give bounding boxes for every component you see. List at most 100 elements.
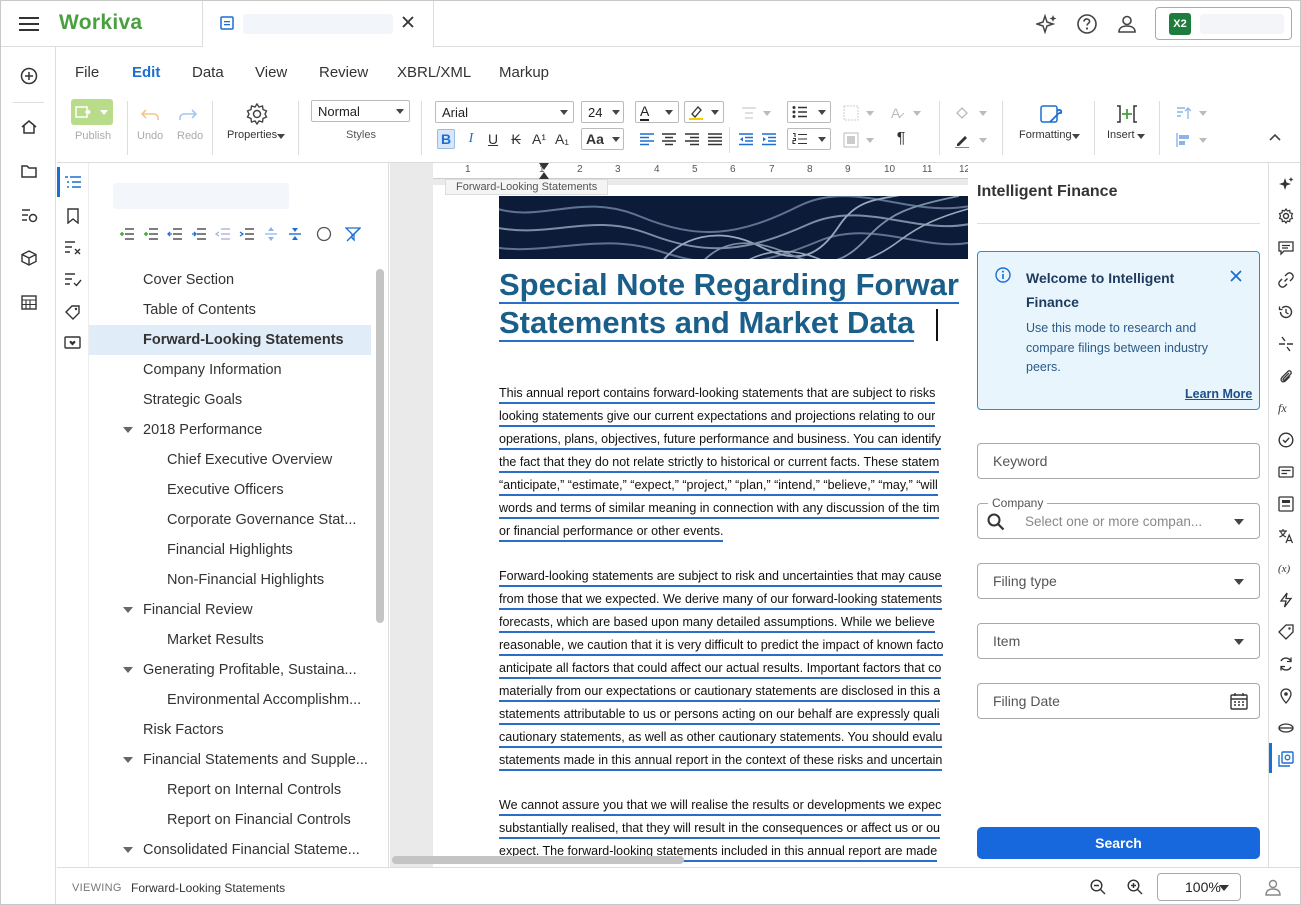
outline-item[interactable]: Report on Internal Controls xyxy=(89,775,371,805)
outline-item[interactable]: Executive Officers xyxy=(89,475,371,505)
document-heading-line-2[interactable]: Statements and Market Data xyxy=(499,305,915,342)
outline-item[interactable]: Environmental Accomplishm... xyxy=(89,685,371,715)
document-text-line[interactable]: anticipate all factors that could affect… xyxy=(499,660,942,679)
formatting-label[interactable]: Formatting xyxy=(1019,129,1072,141)
menu-review[interactable]: Review xyxy=(319,64,368,81)
insert-label[interactable]: Insert xyxy=(1107,129,1135,141)
align-left-icon[interactable] xyxy=(637,129,657,149)
document-text-line[interactable]: or financial performance or other events… xyxy=(499,523,724,542)
strikethrough-button[interactable]: K xyxy=(506,129,526,149)
move-section-down-icon[interactable] xyxy=(191,226,207,242)
ai-assist-icon[interactable] xyxy=(1278,176,1294,192)
document-text-line[interactable]: operations, plans, objectives, future pe… xyxy=(499,431,941,450)
outdent-icon[interactable] xyxy=(736,129,756,149)
cube-icon[interactable] xyxy=(15,244,43,272)
sync-icon[interactable] xyxy=(1278,656,1294,672)
filter-check-icon[interactable] xyxy=(64,272,82,288)
document-text-line[interactable]: This annual report contains forward-look… xyxy=(499,385,936,404)
menu-view[interactable]: View xyxy=(255,64,287,81)
justify-icon[interactable] xyxy=(705,129,725,149)
outline-item[interactable]: Chief Executive Overview xyxy=(89,445,371,475)
move-section-up-icon[interactable] xyxy=(167,226,183,242)
zoom-out-icon[interactable] xyxy=(1090,879,1106,895)
document-text-line[interactable]: statements made in this annual report in… xyxy=(499,752,943,771)
outline-item[interactable]: Risk Factors xyxy=(89,715,371,745)
italic-button[interactable]: I xyxy=(461,129,481,149)
tasks-icon[interactable] xyxy=(15,201,43,229)
document-tab[interactable] xyxy=(202,1,434,47)
menu-markup[interactable]: Markup xyxy=(499,64,549,81)
highlight-color-button[interactable] xyxy=(684,101,724,123)
outline-search-box[interactable] xyxy=(113,183,289,209)
document-text-line[interactable]: forecasts, which are based upon many det… xyxy=(499,614,935,633)
lightning-icon[interactable] xyxy=(1278,592,1294,608)
align-right-icon[interactable] xyxy=(682,129,702,149)
document-check-icon[interactable] xyxy=(1278,496,1294,512)
expand-caret-icon[interactable] xyxy=(123,607,133,613)
circle-toggle-icon[interactable] xyxy=(316,226,332,242)
bold-button[interactable]: B xyxy=(437,129,455,149)
close-banner-icon[interactable] xyxy=(1230,270,1242,282)
user-profile-icon[interactable] xyxy=(1116,13,1138,35)
document-horizontal-scrollbar[interactable] xyxy=(392,856,684,864)
expand-caret-icon[interactable] xyxy=(123,757,133,763)
filing-type-select[interactable]: Filing type xyxy=(977,563,1260,599)
outline-item[interactable]: Financial Review xyxy=(89,595,371,625)
outline-item[interactable]: Report on Financial Controls xyxy=(89,805,371,835)
underline-button[interactable]: U xyxy=(483,129,503,149)
outline-item[interactable]: Strategic Goals xyxy=(89,385,371,415)
expand-all-icon[interactable] xyxy=(263,226,279,242)
show-formatting-button[interactable]: ¶ xyxy=(891,129,911,149)
document-page[interactable]: Forward-Looking Statements Special Note … xyxy=(433,179,968,867)
tag-label-icon[interactable] xyxy=(1278,624,1294,640)
zoom-in-icon[interactable] xyxy=(1127,879,1143,895)
intelligent-finance-icon[interactable] xyxy=(1278,751,1294,767)
ruler[interactable]: 1123456789101112 xyxy=(433,163,968,179)
expand-caret-icon[interactable] xyxy=(123,667,133,673)
tag-icon[interactable] xyxy=(64,304,82,320)
undo-icon[interactable] xyxy=(140,105,160,125)
create-new-icon[interactable] xyxy=(15,62,43,90)
promote-section-icon[interactable] xyxy=(119,226,135,242)
document-text-line[interactable]: materially from our expectations or caut… xyxy=(499,683,941,702)
expand-caret-icon[interactable] xyxy=(123,847,133,853)
hanging-indent-marker[interactable] xyxy=(539,172,549,179)
properties-gear-icon[interactable] xyxy=(245,102,269,126)
menu-file[interactable]: File xyxy=(75,64,99,81)
hamburger-menu-icon[interactable] xyxy=(19,15,39,33)
document-text-line[interactable]: cautionary statements, as well as other … xyxy=(499,729,943,748)
document-text-line[interactable]: from those that we expected. We derive m… xyxy=(499,591,943,610)
calendar-grid-icon[interactable] xyxy=(15,288,43,316)
link-icon[interactable] xyxy=(1278,272,1294,288)
outline-item[interactable]: Financial Highlights xyxy=(89,535,371,565)
indent-section-icon[interactable] xyxy=(239,226,255,242)
document-text-line[interactable]: Forward-looking statements are subject t… xyxy=(499,568,942,587)
expand-caret-icon[interactable] xyxy=(123,427,133,433)
clear-filter-icon[interactable] xyxy=(345,226,361,242)
font-family-select[interactable]: Arial xyxy=(435,101,574,123)
collaborator-icon[interactable] xyxy=(1264,878,1282,896)
folder-icon[interactable] xyxy=(15,157,43,185)
home-icon[interactable] xyxy=(15,113,43,141)
pen-color-icon[interactable] xyxy=(952,130,972,150)
document-text-line[interactable]: reasonable, we caution that it is very d… xyxy=(499,637,944,656)
outline-item[interactable]: 2018 Performance xyxy=(89,415,371,445)
records-icon[interactable] xyxy=(1278,464,1294,480)
outline-item[interactable]: Forward-Looking Statements xyxy=(89,325,371,355)
close-tab-icon[interactable] xyxy=(402,16,414,28)
ai-sparkle-icon[interactable] xyxy=(1036,13,1058,35)
change-case-button[interactable]: Aa xyxy=(581,128,624,150)
keyword-input[interactable]: Keyword xyxy=(977,443,1260,479)
help-icon[interactable] xyxy=(1076,13,1098,35)
outline-item[interactable]: Non-Financial Highlights xyxy=(89,565,371,595)
properties-label[interactable]: Properties xyxy=(227,129,277,141)
outline-scrollbar[interactable] xyxy=(376,269,384,623)
menu-data[interactable]: Data xyxy=(192,64,224,81)
superscript-button[interactable]: A¹ xyxy=(529,129,549,149)
text-color-button[interactable]: A xyxy=(635,101,679,123)
document-text-line[interactable]: statements attributable to us or persons… xyxy=(499,706,940,725)
formatting-wrench-icon[interactable] xyxy=(1039,103,1063,127)
workiva-logo[interactable]: Workiva xyxy=(59,11,142,35)
redo-icon[interactable] xyxy=(178,105,198,125)
outline-item[interactable]: Market Results xyxy=(89,625,371,655)
